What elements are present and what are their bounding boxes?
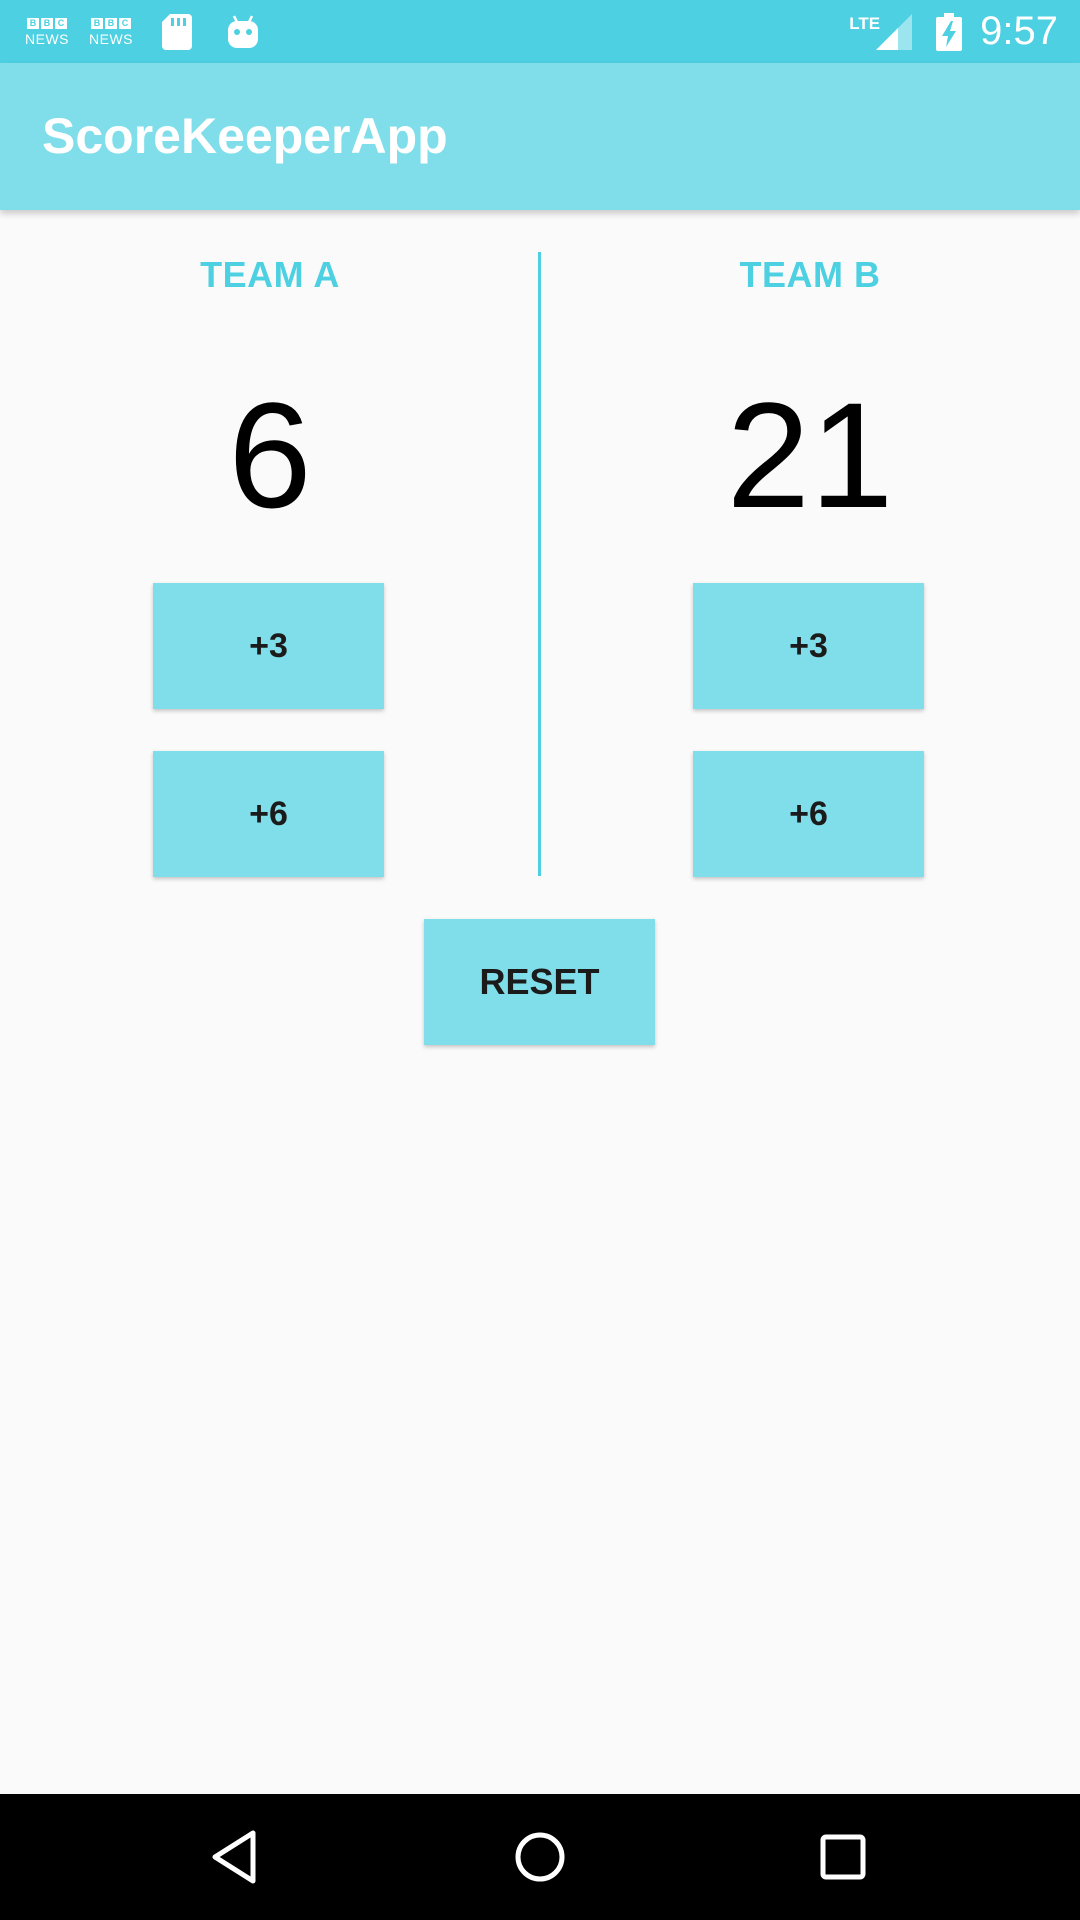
app-bar: ScoreKeeperApp bbox=[0, 63, 1080, 210]
status-bar: BBC NEWS BBC NEWS LTE 9:57 bbox=[0, 0, 1080, 63]
team-b-plus-6-button[interactable]: +6 bbox=[693, 751, 924, 877]
battery-charging-icon bbox=[936, 12, 963, 51]
bbc-news-label: NEWS bbox=[89, 30, 133, 47]
notification-icons: BBC NEWS BBC NEWS bbox=[24, 0, 260, 63]
bbc-news-icon: BBC NEWS bbox=[25, 17, 69, 47]
team-b-score: 21 bbox=[726, 371, 894, 539]
clock: 9:57 bbox=[980, 9, 1058, 53]
navigation-bar bbox=[0, 1794, 1080, 1920]
bbc-news-icon: BBC NEWS bbox=[89, 17, 133, 47]
team-b-name: TEAM B bbox=[739, 254, 881, 295]
sd-card-icon bbox=[162, 13, 192, 50]
home-icon[interactable] bbox=[510, 1827, 570, 1887]
screen: BBC NEWS BBC NEWS LTE 9:57 ScoreKeeperAp… bbox=[0, 0, 1080, 1920]
team-b-plus-3-button[interactable]: +3 bbox=[693, 583, 924, 709]
bbc-news-label: NEWS bbox=[25, 30, 69, 47]
signal-icon bbox=[876, 13, 913, 50]
recent-apps-icon[interactable] bbox=[813, 1827, 873, 1887]
android-icon bbox=[228, 14, 258, 48]
team-b-panel: TEAM B 21 +3 +6 bbox=[540, 210, 1080, 877]
app-title: ScoreKeeperApp bbox=[42, 108, 448, 164]
team-a-name: TEAM A bbox=[200, 254, 340, 295]
team-a-plus-3-button[interactable]: +3 bbox=[153, 583, 384, 709]
team-a-panel: TEAM A 6 +3 +6 bbox=[0, 210, 540, 877]
reset-button[interactable]: RESET bbox=[424, 919, 655, 1045]
network-type: LTE bbox=[849, 13, 881, 33]
team-a-score: 6 bbox=[228, 371, 312, 539]
team-a-plus-6-button[interactable]: +6 bbox=[153, 751, 384, 877]
back-icon[interactable] bbox=[205, 1827, 265, 1887]
system-icons: LTE 9:57 bbox=[849, 0, 1058, 63]
